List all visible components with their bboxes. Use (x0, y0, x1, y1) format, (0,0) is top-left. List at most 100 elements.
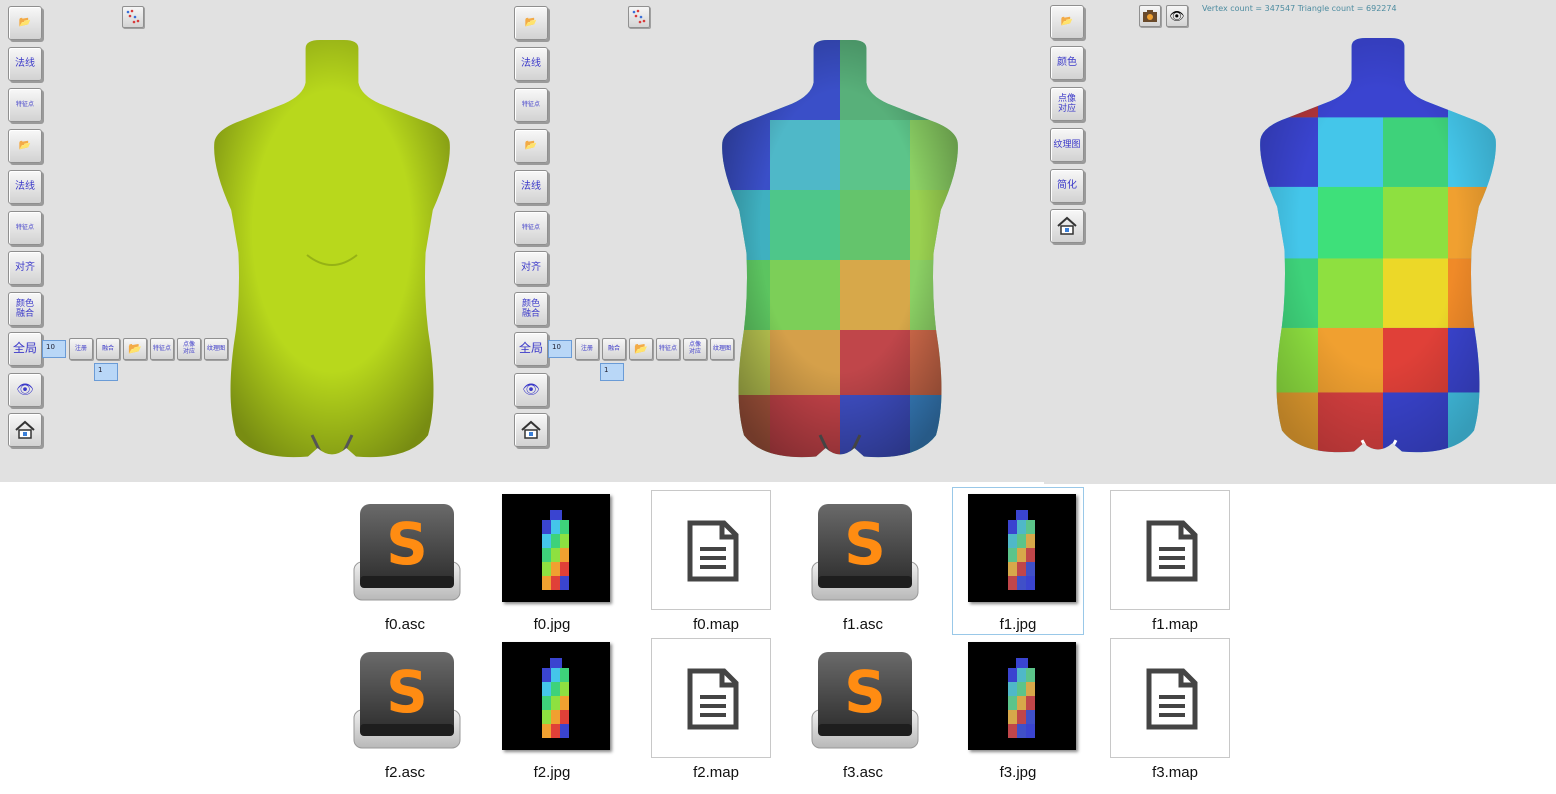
color-fusion-button[interactable]: 颜色 融合 (514, 292, 548, 326)
folder-icon: 📂 (634, 341, 648, 355)
eye-icon: 👁 (1169, 9, 1185, 23)
svg-text:S: S (386, 658, 428, 726)
open-folder-small-button[interactable]: 📂 (123, 338, 147, 360)
normal-button-2[interactable]: 法线 (514, 170, 548, 204)
jpg-thumbnail (968, 494, 1076, 602)
file-item-f3-asc[interactable]: Sf3.asc (798, 636, 928, 782)
sublime-text-icon: S (811, 652, 919, 749)
view-eye-button[interactable]: 👁 (8, 373, 42, 407)
open-folder-small-button[interactable]: 📂 (629, 338, 653, 360)
file-item-f0-asc[interactable]: Sf0.asc (340, 488, 470, 634)
eye-icon: 👁 (16, 381, 34, 398)
scatter-points-icon (632, 9, 646, 24)
file-item-f3-map[interactable]: f3.map (1110, 636, 1240, 782)
file-item-f1-jpg[interactable]: f1.jpg (952, 487, 1084, 635)
feature-point-small-button[interactable]: 特征点 (656, 338, 680, 360)
feature-point-button-2[interactable]: 特征点 (514, 211, 548, 245)
global-value-input[interactable]: 10 (548, 340, 572, 358)
point-cloud-button[interactable] (122, 6, 144, 28)
sublime-text-icon: S (353, 652, 461, 749)
file-grid: Sf0.asc f0.jpg f0.map Sf1.asc f1.jpg f1.map Sf… (0, 482, 1556, 794)
jpg-thumbnail (968, 642, 1076, 750)
folder-icon: 📂 (524, 17, 538, 29)
feature-point-button[interactable]: 特征点 (8, 88, 42, 122)
open-folder-button-2[interactable]: 📂 (514, 129, 548, 163)
file-item-f1-asc[interactable]: Sf1.asc (798, 488, 928, 634)
open-folder-button[interactable]: 📂 (8, 6, 42, 40)
file-name-label: f3.asc (842, 764, 884, 781)
normal-button-2[interactable]: 法线 (8, 170, 42, 204)
folder-icon: 📂 (128, 341, 142, 355)
scatter-points-icon (126, 9, 140, 24)
open-folder-button-2[interactable]: 📂 (8, 129, 42, 163)
color-fusion-button[interactable]: 颜色 融合 (8, 292, 42, 326)
normal-button[interactable]: 法线 (8, 47, 42, 81)
file-name-label: f2.map (693, 764, 739, 781)
feature-point-small-button[interactable]: 特征点 (150, 338, 174, 360)
fuse-button[interactable]: 融合 (96, 338, 120, 360)
file-item-f3-jpg[interactable]: f3.jpg (953, 636, 1083, 782)
feature-point-button-2[interactable]: 特征点 (8, 211, 42, 245)
view-toggle-button[interactable]: 👁 (1166, 5, 1188, 27)
folder-icon: 📂 (1060, 16, 1074, 28)
viewer-right[interactable]: 📂 颜色 点像 对应 纹理图 简化 👁 Vertex count = 34754… (1044, 0, 1556, 484)
simplify-button[interactable]: 简化 (1050, 169, 1084, 203)
home-icon (521, 420, 541, 439)
home-button[interactable] (514, 413, 548, 447)
file-item-f2-asc[interactable]: Sf2.asc (340, 636, 470, 782)
file-name-label: f1.jpg (999, 616, 1037, 633)
mesh-torso-checker-smooth[interactable] (1258, 38, 1498, 460)
texture-map-button[interactable]: 纹理图 (1050, 128, 1084, 162)
point-image-match-button[interactable]: 点像 对应 (1050, 87, 1084, 121)
open-folder-button[interactable]: 📂 (514, 6, 548, 40)
file-item-f2-jpg[interactable]: f2.jpg (487, 636, 617, 782)
normal-button[interactable]: 法线 (514, 47, 548, 81)
home-button[interactable] (1050, 209, 1084, 243)
register-button[interactable]: 注册 (69, 338, 93, 360)
camera-icon (1143, 10, 1157, 22)
sub-value-input[interactable]: 1 (600, 363, 624, 381)
sublime-text-icon: S (353, 504, 461, 601)
document-icon (687, 668, 739, 730)
align-button[interactable]: 对齐 (8, 251, 42, 285)
point-image-match-button[interactable]: 点像 对应 (177, 338, 201, 360)
sub-value-input[interactable]: 1 (94, 363, 118, 381)
file-name-label: f2.asc (384, 764, 426, 781)
file-name-label: f3.jpg (999, 764, 1037, 781)
document-icon (1146, 668, 1198, 730)
file-item-f0-map[interactable]: f0.map (651, 488, 781, 634)
viewer-middle[interactable]: 📂 法线 特征点 📂 法线 特征点 对齐 颜色 融合 全局 👁 10 注册 融合… (506, 0, 1044, 482)
jpg-thumbnail (502, 494, 610, 602)
svg-text:S: S (386, 510, 428, 578)
file-item-f2-map[interactable]: f2.map (651, 636, 781, 782)
home-icon (1057, 216, 1077, 235)
fuse-button[interactable]: 融合 (602, 338, 626, 360)
file-name-label: f3.map (1152, 764, 1198, 781)
folder-icon: 📂 (18, 17, 32, 29)
jpg-thumbnail (502, 642, 610, 750)
register-button[interactable]: 注册 (575, 338, 599, 360)
home-button[interactable] (8, 413, 42, 447)
mesh-torso-plain[interactable] (212, 40, 452, 465)
sublime-text-icon: S (811, 504, 919, 601)
open-folder-button[interactable]: 📂 (1050, 5, 1084, 39)
global-button[interactable]: 全局 (514, 332, 548, 366)
point-cloud-button[interactable] (628, 6, 650, 28)
screenshot-button[interactable] (1139, 5, 1161, 27)
folder-icon: 📂 (18, 140, 32, 152)
mesh-torso-checker-noisy[interactable] (720, 40, 960, 465)
svg-text:S: S (844, 658, 886, 726)
file-name-label: f1.map (1152, 616, 1198, 633)
global-value-input[interactable]: 10 (42, 340, 66, 358)
file-item-f0-jpg[interactable]: f0.jpg (487, 488, 617, 634)
point-image-match-button[interactable]: 点像 对应 (683, 338, 707, 360)
view-eye-button[interactable]: 👁 (514, 373, 548, 407)
viewer-left[interactable]: 📂 法线 特征点 📂 法线 特征点 对齐 颜色 融合 全局 👁 10 注册 融合… (0, 0, 506, 482)
global-button[interactable]: 全局 (8, 332, 42, 366)
feature-point-button[interactable]: 特征点 (514, 88, 548, 122)
color-button[interactable]: 颜色 (1050, 46, 1084, 80)
align-button[interactable]: 对齐 (514, 251, 548, 285)
mesh-stats-text: Vertex count = 347547 Triangle count = 6… (1202, 4, 1397, 13)
file-item-f1-map[interactable]: f1.map (1110, 488, 1240, 634)
svg-text:S: S (844, 510, 886, 578)
